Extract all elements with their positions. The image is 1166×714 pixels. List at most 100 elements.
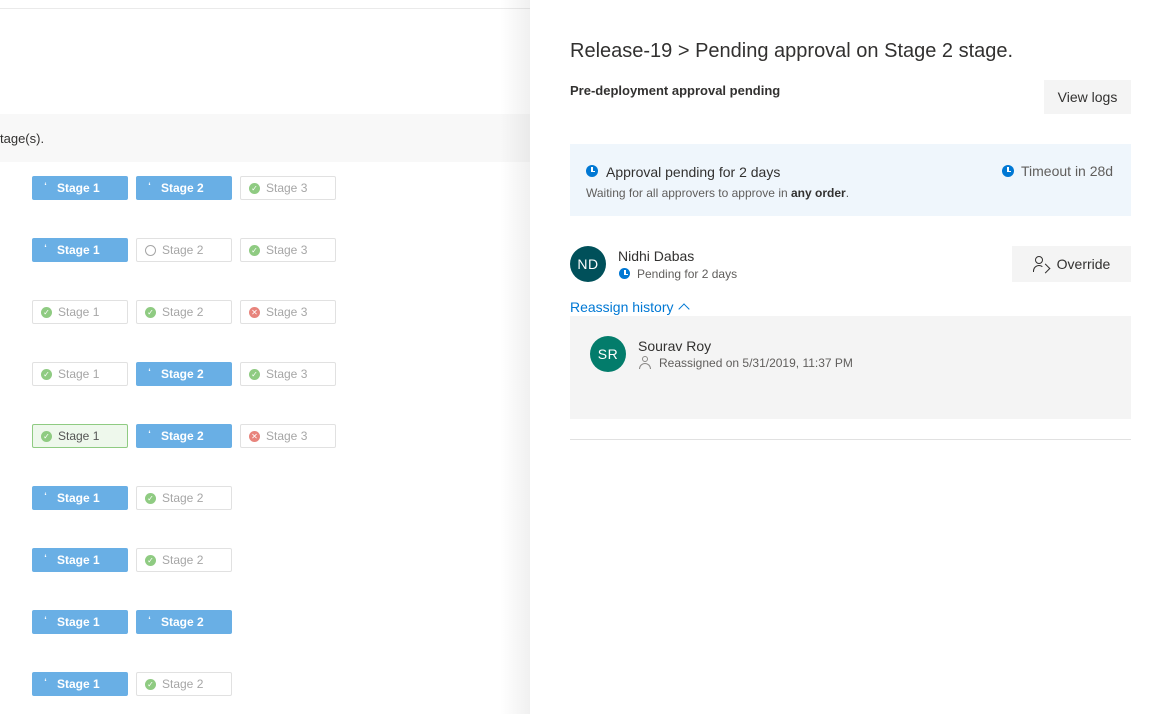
stage-pill[interactable]: ✓ Stage 3 [240,176,336,200]
stage-pill[interactable]: ✕ Stage 3 [240,424,336,448]
panel-title: Release-19 > Pending approval on Stage 2… [570,40,1014,62]
approval-desc-suffix: . [845,186,850,200]
check-circle-icon: ✓ [41,306,52,318]
check-circle-icon: ✓ [145,554,156,566]
stage-label: Stage 2 [162,553,204,567]
approver-avatar: ND [570,246,606,282]
release-row: ʻ Stage 1 ✓ Stage 2 [32,672,232,696]
stage-label: Stage 1 [57,677,100,691]
person-icon [639,356,651,369]
stage-pill[interactable]: ✓ Stage 3 [240,362,336,386]
pending-clock-icon [619,268,630,279]
stage-label: Stage 2 [162,305,204,319]
stage-label: Stage 3 [266,243,308,257]
stage-label: Stage 1 [57,181,100,195]
stage-label: Stage 3 [266,429,308,443]
stage-pill[interactable]: ✓ Stage 3 [240,238,336,262]
stage-label: Stage 1 [57,491,100,505]
clock-icon: ʻ [44,553,47,563]
clock-icon: ʻ [148,181,151,191]
stage-pill[interactable]: ✓ Stage 2 [136,548,232,572]
x-circle-icon: ✕ [249,306,260,318]
stage-label: Stage 2 [162,491,204,505]
stage-pill[interactable]: ✓ Stage 2 [136,486,232,510]
history-avatar: SR [590,336,626,372]
stage-label: Stage 2 [161,429,204,443]
stage-pill[interactable]: ʻ Stage 1 [32,486,128,510]
clock-icon: ʻ [148,615,151,625]
stage-label: Stage 1 [57,615,100,629]
stage-label: Stage 1 [57,553,100,567]
approval-description: Waiting for all approvers to approve in … [586,186,849,200]
stage-pill[interactable]: ✓ Stage 1 [32,300,128,324]
stage-label: Stage 1 [58,367,100,381]
info-bar-text: tage(s). [0,131,45,146]
stage-pill[interactable]: ʻ Stage 2 [136,424,232,448]
override-icon [1032,256,1051,274]
panel-shadow [500,0,530,714]
approval-pending-title: Approval pending for 2 days [606,164,781,180]
stage-pill[interactable]: ✓ Stage 2 [136,672,232,696]
release-row: ʻ Stage 1 ʻ Stage 2 ✓ Stage 3 [32,176,336,200]
clock-icon [586,165,598,177]
x-circle-icon: ✕ [249,430,260,442]
release-row: ʻ Stage 1 ✓ Stage 2 [32,548,232,572]
release-approval-screen: tage(s). ʻ Stage 1 ʻ Stage 2 ✓ Stage 3 ʻ Stage … [0,0,1166,714]
clock-icon: ʻ [148,367,151,377]
clock-icon: ʻ [44,615,47,625]
stage-pill[interactable]: ʻ Stage 2 [136,362,232,386]
stage-pill[interactable]: ✓ Stage 1 [32,424,128,448]
stage-label: Stage 2 [161,367,204,381]
clock-icon: ʻ [44,181,47,191]
approval-panel: Release-19 > Pending approval on Stage 2… [530,0,1166,714]
view-logs-button[interactable]: View logs [1044,80,1131,114]
stage-pill[interactable]: ʻ Stage 1 [32,672,128,696]
stage-pill[interactable]: ʻ Stage 2 [136,610,232,634]
release-row: ʻ Stage 1 Stage 2 ✓ Stage 3 [32,238,336,262]
stage-label: Stage 3 [266,305,308,319]
stage-label: Stage 3 [266,367,308,381]
stage-pill[interactable]: ʻ Stage 2 [136,176,232,200]
reassign-history-label: Reassign history [570,299,674,315]
chevron-up-icon [677,303,690,315]
stage-pill[interactable]: ✓ Stage 1 [32,362,128,386]
clock-icon: ʻ [148,429,151,439]
approver-status: Pending for 2 days [637,267,738,281]
release-row: ✓ Stage 1 ✓ Stage 2 ✕ Stage 3 [32,300,336,324]
stage-label: Stage 1 [57,243,100,257]
stage-pill[interactable]: ✓ Stage 2 [136,300,232,324]
stage-label: Stage 2 [161,181,204,195]
header-divider [0,8,530,9]
stage-pill[interactable]: ʻ Stage 1 [32,548,128,572]
releases-list-background: tage(s). ʻ Stage 1 ʻ Stage 2 ✓ Stage 3 ʻ Stage … [0,0,530,714]
stage-pill[interactable]: ʻ Stage 1 [32,610,128,634]
release-row: ✓ Stage 1 ʻ Stage 2 ✓ Stage 3 [32,362,336,386]
stage-label: Stage 2 [162,243,204,257]
stage-pill[interactable]: ʻ Stage 1 [32,176,128,200]
history-name: Sourav Roy [638,338,712,354]
override-button[interactable]: Override [1012,246,1131,282]
stage-pill[interactable]: ʻ Stage 1 [32,238,128,262]
timeout-text: Timeout in 28d [1021,163,1114,179]
release-row: ʻ Stage 1 ✓ Stage 2 [32,486,232,510]
override-label: Override [1056,256,1111,272]
approver-name: Nidhi Dabas [618,248,695,264]
stage-label: Stage 2 [162,677,204,691]
check-circle-icon: ✓ [41,368,52,380]
stage-pill[interactable]: ✕ Stage 3 [240,300,336,324]
check-circle-icon: ✓ [249,182,260,194]
check-circle-icon: ✓ [249,244,260,256]
reassign-history-toggle[interactable]: Reassign history [570,299,690,315]
check-circle-icon: ✓ [145,678,156,690]
approval-desc-bold: any order [791,186,846,200]
stage-pill[interactable]: Stage 2 [136,238,232,262]
stage-label: Stage 1 [58,305,100,319]
clock-icon: ʻ [44,677,47,687]
panel-divider [570,439,1131,440]
check-circle-icon: ✓ [249,368,260,380]
check-circle-icon: ✓ [145,492,156,504]
timeout-clock-icon [1002,165,1014,177]
info-bar [0,114,530,162]
clock-icon: ʻ [44,243,47,253]
check-circle-icon: ✓ [145,306,156,318]
